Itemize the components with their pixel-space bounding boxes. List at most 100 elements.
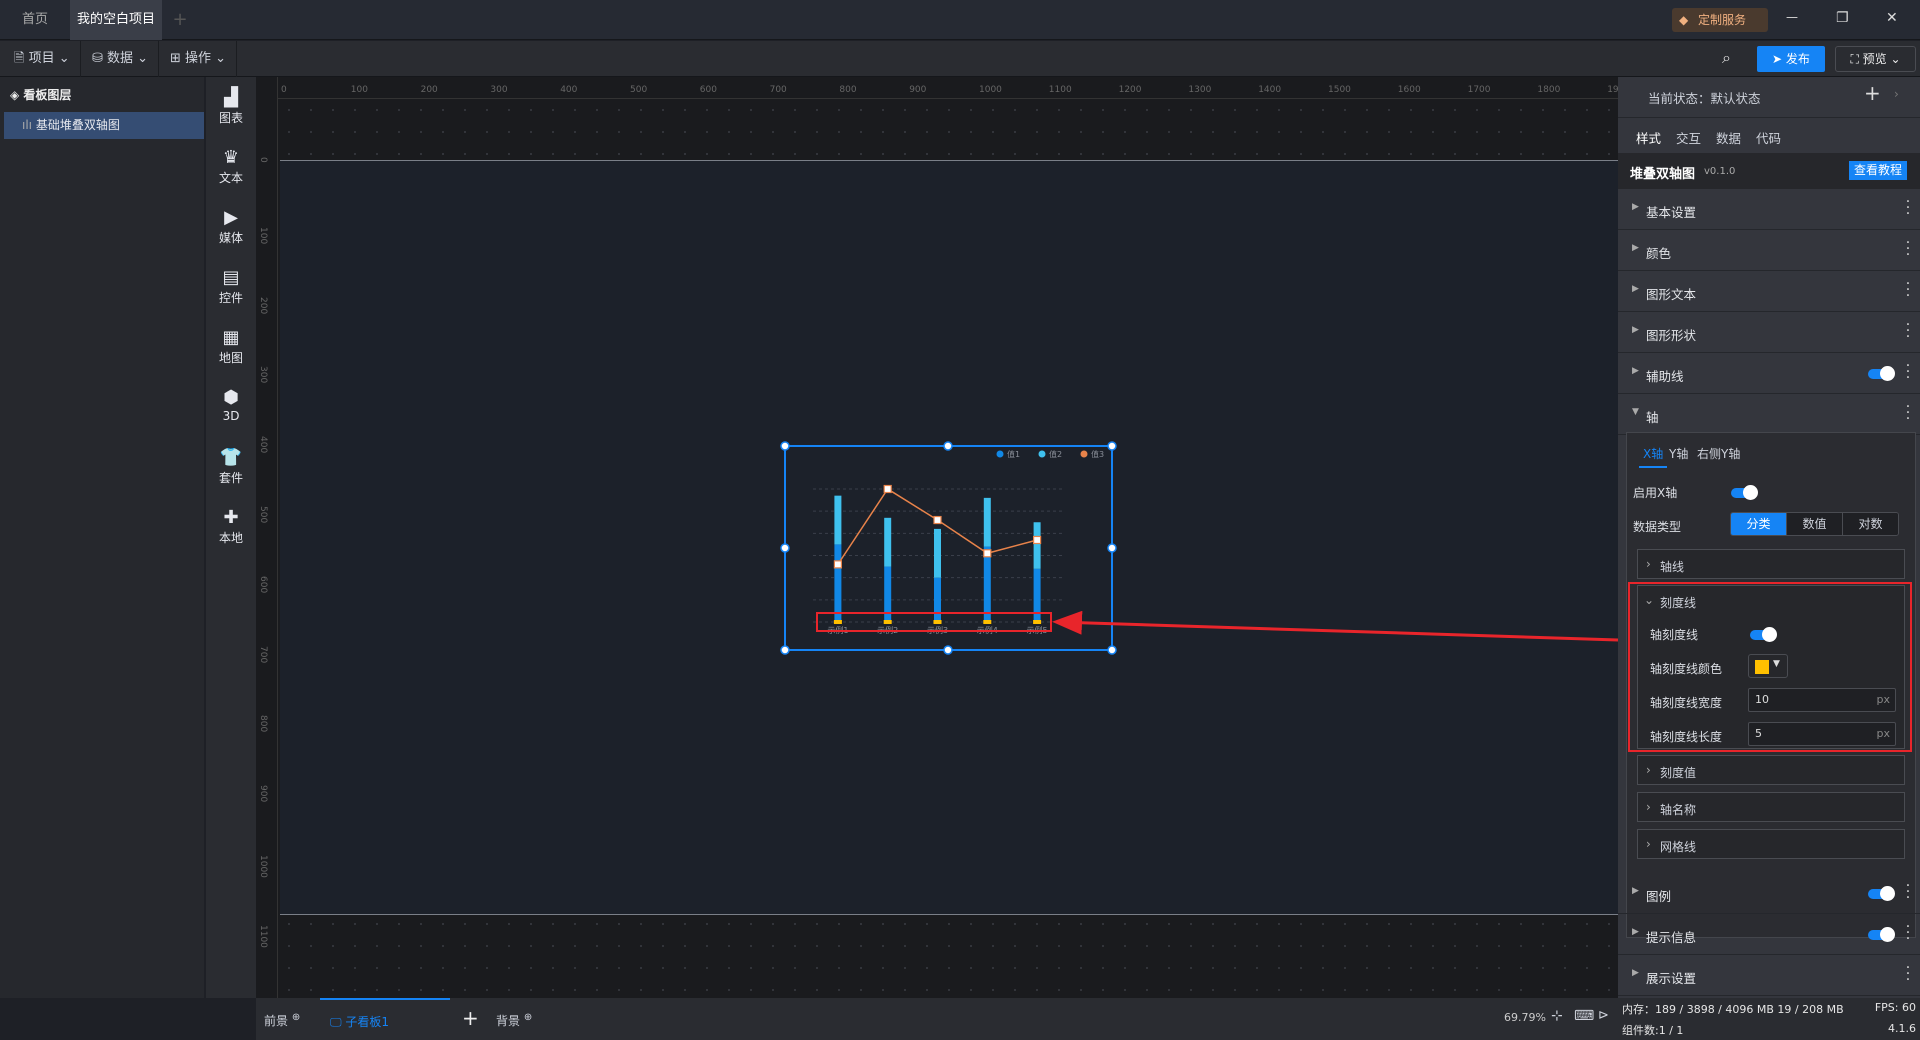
bottom-bar: 前景 ⊕ 🖵 子看板1 + 背景 ⊕ 69.79% ⊹ ⌨ ⊳ — [256, 998, 1618, 1040]
more-icon[interactable]: · · · — [1904, 879, 1912, 905]
property-tab[interactable]: 数据 — [1716, 128, 1741, 147]
bar-segment[interactable] — [1033, 522, 1041, 569]
line-point[interactable] — [983, 549, 992, 558]
resize-handle[interactable] — [780, 543, 790, 553]
component-name: 堆叠双轴图 — [1630, 167, 1696, 182]
axis-line-collapse[interactable]: › 轴线 — [1637, 549, 1905, 579]
tutorial-button[interactable]: 查看教程 — [1849, 161, 1908, 180]
section-toggle[interactable] — [1868, 927, 1895, 942]
section-toggle[interactable] — [1868, 886, 1895, 901]
caret-right-icon: ▶ — [1632, 366, 1639, 376]
tick-width-label: 轴刻度线宽度 — [1650, 696, 1723, 710]
section-header[interactable]: ▶ 提示信息 · · · — [1618, 914, 1920, 955]
resize-handle[interactable] — [780, 645, 790, 655]
axis-tab[interactable]: X轴 — [1639, 445, 1668, 468]
line-point[interactable] — [1032, 535, 1042, 545]
section-header[interactable]: ▶ 展示设置 · · · — [1618, 955, 1920, 996]
section-header[interactable]: ▼ 轴 · · · — [1618, 394, 1920, 435]
axis-tab[interactable]: Y轴 — [1669, 445, 1688, 462]
section-title: 颜色 — [1646, 246, 1672, 261]
data-type-segmented: 分类 数值 对数 — [1730, 512, 1899, 536]
more-icon[interactable]: · · · — [1904, 920, 1912, 946]
bar-segment[interactable] — [934, 577, 941, 622]
section-header[interactable]: ▶ 辅助线 · · · — [1618, 353, 1920, 394]
tick-title[interactable]: 刻度线 — [1660, 594, 1696, 611]
chevron-down-icon[interactable]: ⌄ — [1644, 593, 1654, 607]
tick-show-toggle[interactable] — [1750, 627, 1777, 642]
section-header[interactable]: ▶ 基本设置 · · · — [1618, 189, 1920, 230]
annotation-arrow — [1052, 610, 1619, 642]
chevron-right-icon: › — [1646, 800, 1651, 814]
add-circle-icon[interactable]: ⊕ — [524, 1012, 532, 1023]
legend-label[interactable]: 值3 — [1091, 449, 1104, 459]
section-toggle[interactable] — [1868, 366, 1895, 381]
axis-tick — [883, 620, 892, 624]
resize-handle[interactable] — [1107, 543, 1117, 553]
bar-segment[interactable] — [983, 497, 991, 547]
caret-right-icon: ▶ — [1632, 968, 1639, 978]
more-icon[interactable]: · · · — [1904, 961, 1912, 987]
resize-handle[interactable] — [1107, 645, 1117, 655]
resize-handle[interactable] — [943, 441, 953, 451]
line-point[interactable] — [833, 560, 843, 569]
section-header[interactable]: ▶ 图例 · · · — [1618, 873, 1920, 914]
bar-segment[interactable] — [983, 546, 991, 622]
axis-subsection[interactable]: › 轴名称 — [1637, 792, 1905, 822]
legend-marker[interactable] — [1038, 450, 1046, 458]
resize-handle[interactable] — [943, 645, 953, 655]
axis-subsection[interactable]: › 刻度值 — [1637, 755, 1905, 785]
line-point[interactable] — [883, 484, 892, 494]
more-icon[interactable]: · · · — [1904, 400, 1912, 426]
color-swatch — [1755, 660, 1769, 674]
tick-length-input[interactable]: 5 px — [1748, 722, 1896, 746]
axis-subsection-label: 网格线 — [1660, 840, 1697, 854]
legend-marker[interactable] — [1080, 450, 1088, 458]
line-point[interactable] — [933, 515, 942, 525]
more-icon[interactable]: · · · — [1904, 277, 1912, 303]
section-header[interactable]: ▶ 图形文本 · · · — [1618, 271, 1920, 312]
bar-segment[interactable] — [884, 517, 892, 567]
component-header: 堆叠双轴图 v0.1.0 查看教程 — [1618, 153, 1920, 189]
terminal-icon[interactable]: ⊳ — [1598, 1008, 1609, 1023]
enable-x-toggle[interactable] — [1731, 485, 1758, 500]
bar-segment[interactable] — [834, 544, 842, 622]
property-tab[interactable]: 代码 — [1756, 128, 1781, 147]
resize-handle[interactable] — [780, 441, 790, 451]
status-bar: 内存：189 / 3898 / 4096 MB 19 / 208 MB FPS:… — [1618, 998, 1920, 1040]
axis-subsection[interactable]: › 网格线 — [1637, 829, 1905, 859]
zoom-level[interactable]: 69.79% — [1504, 1011, 1546, 1024]
legend-label[interactable]: 值1 — [1007, 449, 1020, 459]
section-header[interactable]: ▶ 颜色 · · · — [1618, 230, 1920, 271]
keyboard-icon[interactable]: ⌨ — [1574, 1008, 1594, 1024]
tick-color-picker[interactable]: ▼ — [1748, 654, 1788, 678]
chevron-right-icon[interactable]: › — [1894, 87, 1899, 101]
axis-tab[interactable]: 右侧Y轴 — [1697, 445, 1740, 462]
legend-marker[interactable] — [996, 450, 1004, 458]
data-type-option[interactable]: 对数 — [1842, 513, 1898, 535]
board-tab[interactable]: 🖵 子看板1 — [320, 998, 450, 1040]
more-icon[interactable]: · · · — [1904, 195, 1912, 221]
add-board-button[interactable]: + — [462, 1006, 479, 1030]
property-tab[interactable]: 样式 — [1636, 128, 1662, 155]
add-state-button[interactable]: + — [1864, 81, 1881, 105]
bar-segment[interactable] — [934, 528, 941, 578]
foreground-tab[interactable]: 前景 ⊕ — [264, 1012, 300, 1029]
property-tab[interactable]: 交互 — [1676, 128, 1701, 147]
resize-handle[interactable] — [1107, 441, 1117, 451]
more-icon[interactable]: · · · — [1904, 236, 1912, 262]
bar-segment[interactable] — [834, 495, 842, 545]
bar-segment[interactable] — [1033, 568, 1041, 622]
section-header[interactable]: ▶ 图形形状 · · · — [1618, 312, 1920, 353]
legend-label[interactable]: 值2 — [1049, 449, 1062, 459]
data-type-option[interactable]: 数值 — [1786, 513, 1842, 535]
more-icon[interactable]: · · · — [1904, 318, 1912, 344]
more-icon[interactable]: · · · — [1904, 359, 1912, 385]
data-type-option[interactable]: 分类 — [1731, 513, 1786, 535]
fit-screen-icon[interactable]: ⊹ — [1551, 1008, 1563, 1024]
caret-down-icon: ▼ — [1632, 407, 1639, 417]
component-count: 组件数:1 / 1 — [1622, 1024, 1684, 1037]
add-circle-icon[interactable]: ⊕ — [292, 1012, 300, 1023]
selection-box[interactable] — [784, 445, 1113, 651]
background-tab[interactable]: 背景 ⊕ — [496, 1012, 532, 1029]
tick-width-input[interactable]: 10 px — [1748, 688, 1896, 712]
